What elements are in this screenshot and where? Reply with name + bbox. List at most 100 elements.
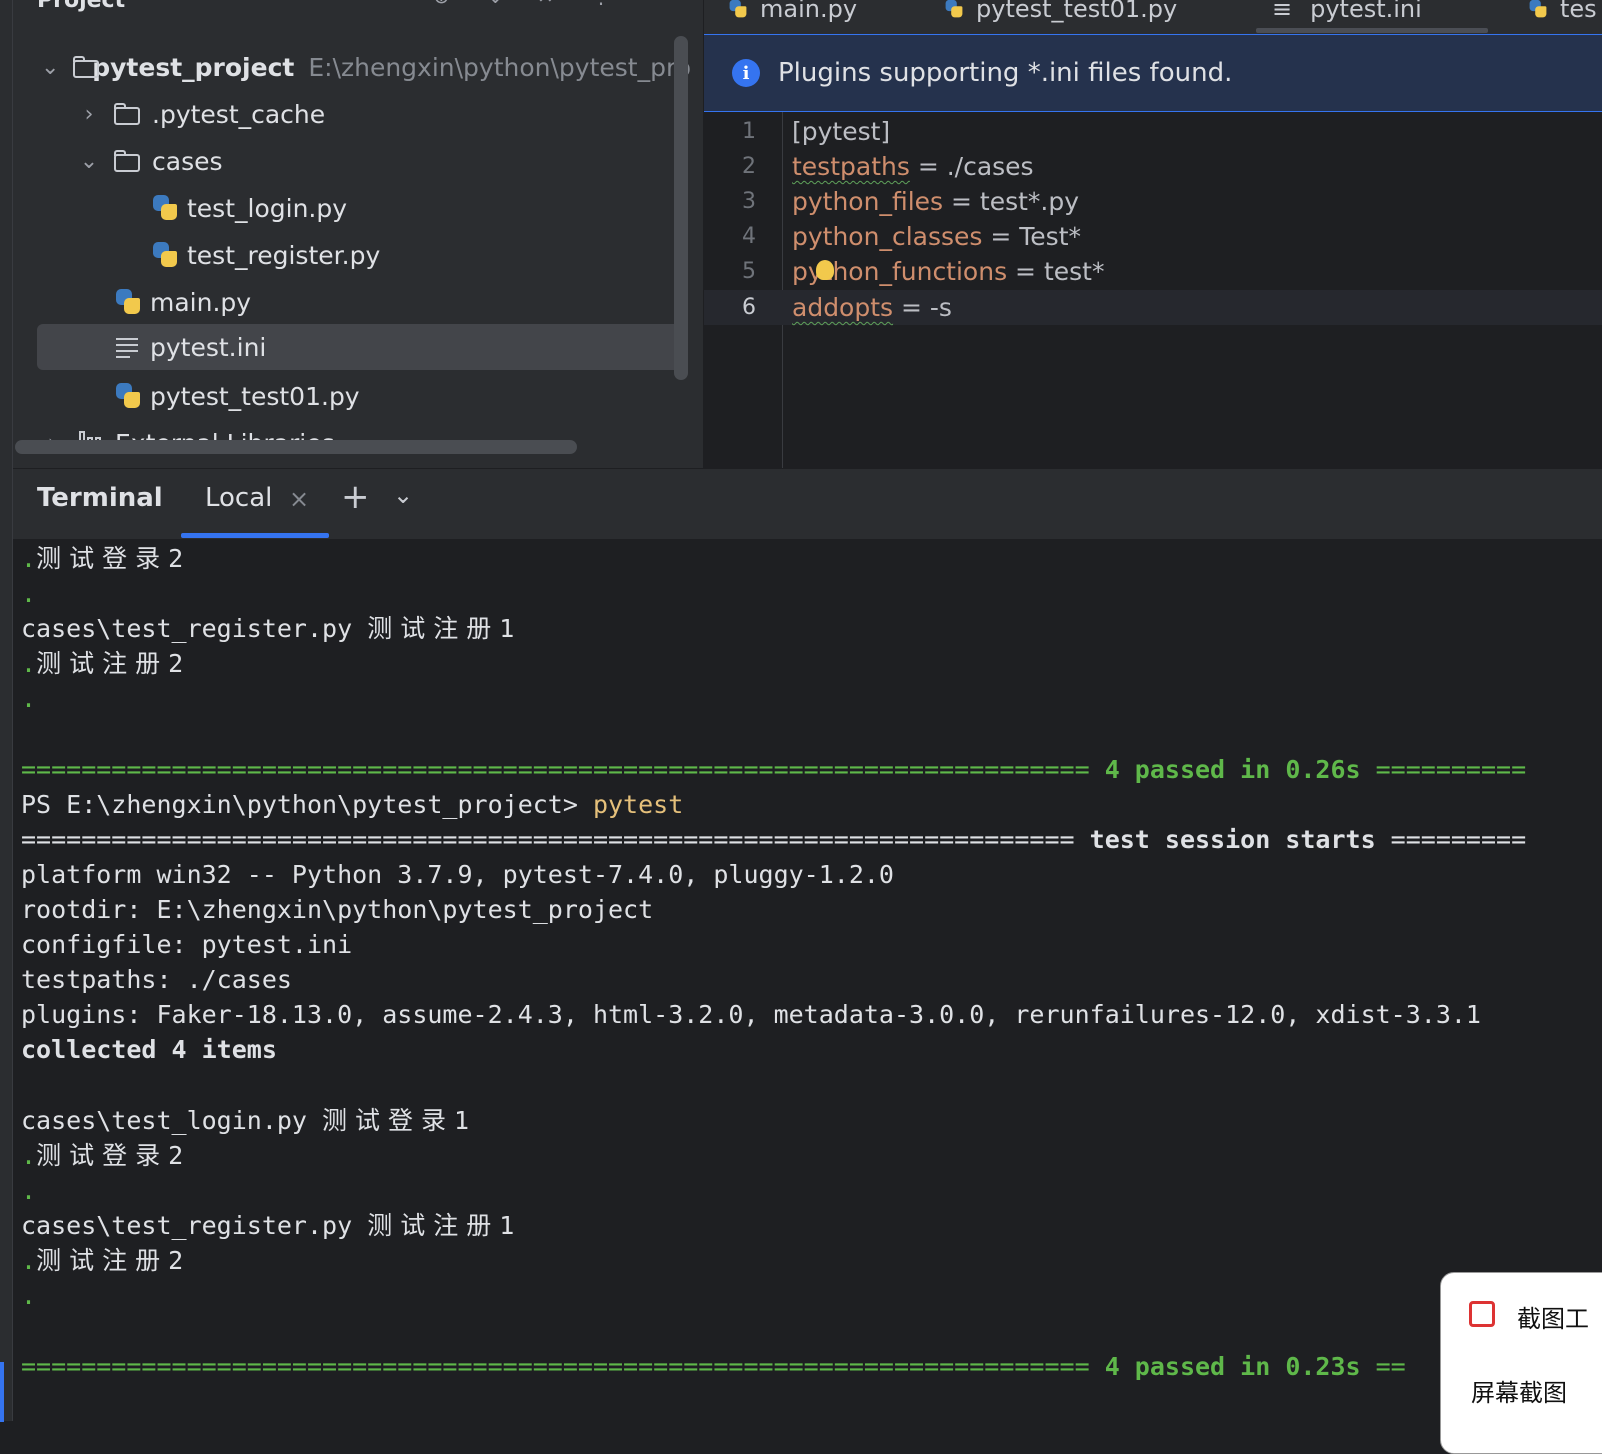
close-icon[interactable]: × bbox=[289, 485, 309, 513]
tree-horizontal-scrollbar[interactable] bbox=[15, 440, 577, 454]
code-line-current[interactable]: 6 addopts = -s bbox=[704, 290, 1602, 325]
python-file-icon bbox=[114, 382, 142, 410]
terminal-line: cases\test_register.py 测试注册1 bbox=[21, 611, 522, 647]
terminal-text: 测试注册1 bbox=[367, 614, 523, 643]
tree-item-main[interactable]: main.py bbox=[114, 279, 703, 325]
tree-item-label: pytest.ini bbox=[150, 332, 267, 362]
focus-indicator bbox=[0, 1362, 4, 1422]
code-key: addopts bbox=[792, 293, 894, 322]
terminal-line: cases\test_register.py 测试注册1 bbox=[21, 1208, 522, 1244]
code-line[interactable]: 5 python_functions = test* bbox=[704, 254, 1602, 289]
tab-label: main.py bbox=[760, 0, 858, 23]
tree-item-cases[interactable]: ⌄ cases bbox=[78, 138, 703, 184]
active-tab-indicator bbox=[181, 533, 329, 538]
code-text: = ./cases bbox=[909, 152, 1034, 181]
tab-main-py[interactable]: main.py bbox=[724, 0, 857, 34]
close-icon[interactable]: ✕ bbox=[537, 0, 554, 8]
terminal-command: pytest bbox=[592, 790, 684, 819]
popup-title: 截图工 bbox=[1517, 1305, 1589, 1333]
terminal-line: cases\test_login.py 测试登录1 bbox=[21, 1103, 477, 1139]
tree-item-test-register[interactable]: test_register.py bbox=[151, 232, 703, 278]
project-panel: Project ⊕ ⌄ ✕ ⋮ ⌄ pytest_project E:\zhen… bbox=[13, 0, 703, 468]
terminal-separator: == bbox=[1360, 1352, 1406, 1381]
terminal-panel: Terminal Local × + ⌄ .测试登录2 . cases\test… bbox=[13, 469, 1602, 1421]
snipping-tool-popup[interactable]: 截图工 屏幕截图 bbox=[1440, 1272, 1602, 1454]
terminal-line: .测试注册2 bbox=[21, 1243, 191, 1279]
terminal-result: 4 passed in 0.23s bbox=[1104, 1352, 1361, 1381]
banner-text: Plugins supporting *.ini files found. bbox=[778, 58, 1233, 88]
code-key: testpaths bbox=[792, 152, 910, 181]
project-panel-header: Project ⊕ ⌄ ✕ ⋮ bbox=[13, 0, 703, 16]
terminal-separator: ========================================… bbox=[21, 755, 1105, 784]
tab-pytest-test01[interactable]: pytest_test01.py bbox=[940, 0, 1177, 34]
more-options-icon[interactable]: ⋮ bbox=[591, 0, 611, 8]
line-number: 3 bbox=[742, 189, 756, 214]
tree-item-label: pytest_test01.py bbox=[150, 381, 360, 411]
python-file-icon bbox=[728, 0, 748, 19]
terminal-dot: . bbox=[21, 1141, 37, 1170]
chevron-down-icon[interactable]: ⌄ bbox=[78, 149, 100, 174]
terminal-line: ========================================… bbox=[21, 1349, 1406, 1385]
tree-vertical-scrollbar[interactable] bbox=[674, 36, 688, 380]
terminal-line: collected 4 items bbox=[21, 1035, 277, 1064]
terminal-session-header: test session starts bbox=[1089, 825, 1376, 854]
chevron-down-icon[interactable]: ⌄ bbox=[41, 55, 59, 80]
tree-item-pytest-ini[interactable]: pytest.ini bbox=[37, 324, 681, 370]
terminal-line: .测试登录2 bbox=[21, 541, 191, 577]
terminal-line: . bbox=[21, 579, 37, 608]
lightbulb-icon[interactable] bbox=[816, 260, 834, 280]
editor-tabs: main.py pytest_test01.py ≡ pytest.ini te… bbox=[704, 0, 1602, 34]
terminal-prompt: PS E:\zhengxin\python\pytest_project> bbox=[21, 790, 593, 819]
terminal-text: cases\test_login.py bbox=[21, 1106, 323, 1135]
code-line[interactable]: 4 python_classes = Test* bbox=[704, 219, 1602, 254]
terminal-line: . bbox=[21, 1281, 37, 1310]
plugin-suggestion-banner: i Plugins supporting *.ini files found. bbox=[704, 34, 1602, 112]
terminal-line: .测试注册2 bbox=[21, 646, 191, 682]
text-file-icon: ≡ bbox=[1272, 0, 1293, 23]
terminal-header: Terminal Local × + ⌄ bbox=[13, 469, 1602, 539]
code-line[interactable]: 2 testpaths = ./cases bbox=[704, 149, 1602, 184]
terminal-text: cases\test_register.py bbox=[21, 1211, 368, 1240]
tree-item-pytest-test01[interactable]: pytest_test01.py bbox=[114, 373, 703, 419]
terminal-result: 4 passed in 0.26s bbox=[1104, 755, 1361, 784]
tree-item-pytest-project[interactable]: ⌄ pytest_project E:\zhengxin\python\pyte… bbox=[41, 44, 691, 90]
terminal-dot: . bbox=[21, 1246, 37, 1275]
code-text: = -s bbox=[893, 293, 952, 322]
left-tool-strip bbox=[0, 0, 13, 1421]
terminal-line: . bbox=[21, 684, 37, 713]
tab-tes[interactable]: tes bbox=[1524, 0, 1597, 34]
tab-local[interactable]: Local bbox=[205, 483, 272, 513]
terminal-line: testpaths: ./cases bbox=[21, 965, 292, 994]
python-file-icon bbox=[1528, 0, 1548, 19]
collapse-icon[interactable]: ⌄ bbox=[487, 0, 504, 8]
terminal-text: 测试登录2 bbox=[36, 544, 192, 573]
terminal-dot: . bbox=[21, 649, 37, 678]
folder-icon bbox=[114, 150, 144, 172]
terminal-separator: ========= bbox=[1375, 825, 1527, 854]
chevron-down-icon[interactable]: ⌄ bbox=[393, 481, 413, 509]
terminal-line: ========================================… bbox=[21, 752, 1526, 788]
add-icon[interactable]: + bbox=[341, 477, 370, 517]
code-text: = test* bbox=[1007, 257, 1105, 286]
code-line[interactable]: 3 python_files = test*.py bbox=[704, 184, 1602, 219]
line-number: 1 bbox=[742, 119, 756, 144]
tab-label: tes bbox=[1560, 0, 1597, 23]
terminal-text: 测试注册2 bbox=[36, 649, 192, 678]
tab-label: pytest.ini bbox=[1310, 0, 1422, 23]
tree-item-pytest-cache[interactable]: › .pytest_cache bbox=[78, 91, 703, 137]
tree-item-label: cases bbox=[152, 146, 223, 176]
tree-item-label: test_register.py bbox=[187, 240, 381, 270]
python-file-icon bbox=[114, 288, 142, 316]
terminal-text: 测试登录2 bbox=[36, 1141, 192, 1170]
terminal-line: configfile: pytest.ini bbox=[21, 930, 353, 959]
code-text: [pytest] bbox=[792, 117, 891, 146]
chevron-right-icon[interactable]: › bbox=[78, 102, 100, 127]
terminal-separator: ========================================… bbox=[21, 1352, 1105, 1381]
code-text: = test*.py bbox=[943, 187, 1080, 216]
locate-icon[interactable]: ⊕ bbox=[433, 0, 450, 8]
active-tab-indicator bbox=[1256, 28, 1488, 33]
code-line[interactable]: 1 [pytest] bbox=[704, 114, 1602, 149]
tree-item-test-login[interactable]: test_login.py bbox=[151, 185, 703, 231]
terminal-text: 测试登录1 bbox=[322, 1106, 478, 1135]
terminal-line: platform win32 -- Python 3.7.9, pytest-7… bbox=[21, 860, 894, 889]
